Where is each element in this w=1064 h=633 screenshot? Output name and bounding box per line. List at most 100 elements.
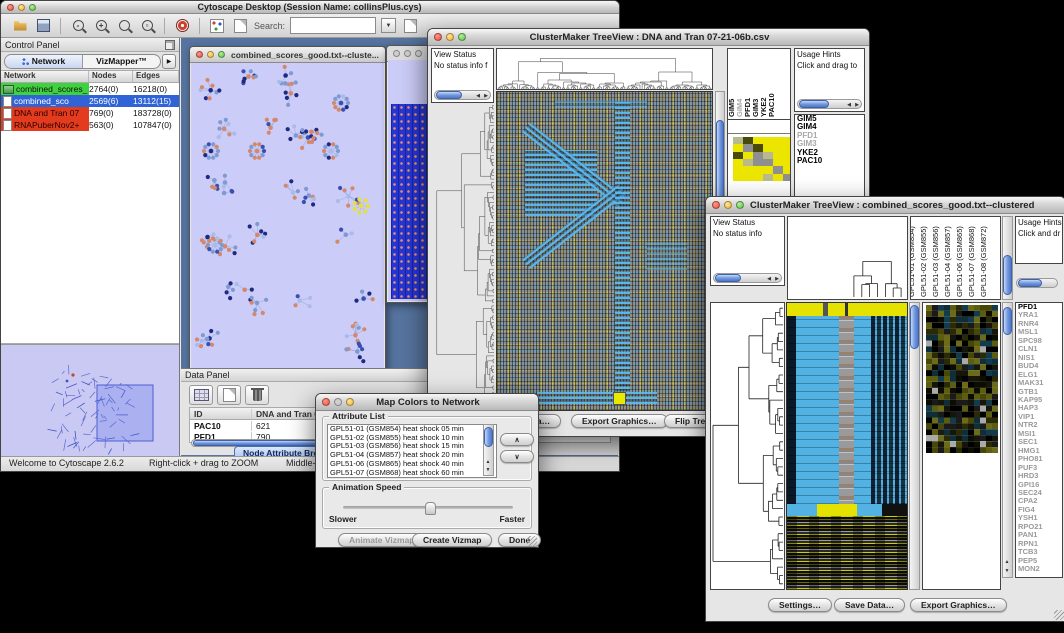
minimize-button[interactable] xyxy=(404,50,411,57)
matrix-cell xyxy=(763,159,773,166)
tv2-status-scrollbar[interactable]: ◀▶ xyxy=(713,273,782,283)
network-list-row[interactable]: RNAPuberNov2+563(0)107847(0) xyxy=(1,119,179,131)
tv2-global-heatmap[interactable] xyxy=(926,305,998,453)
attribute-list-item[interactable]: GPL51-07 (GSM868) heat shock 60 min xyxy=(328,469,496,478)
new-attribute-button[interactable] xyxy=(217,385,241,405)
zoom-button[interactable] xyxy=(346,398,354,406)
save-data-button[interactable]: Save Data… xyxy=(834,598,905,612)
close-button[interactable] xyxy=(393,50,400,57)
tv2-gene-scrollbar[interactable]: ▲ ▼ xyxy=(1002,302,1013,578)
minimize-button[interactable] xyxy=(207,51,214,58)
open-session-button[interactable] xyxy=(11,17,29,34)
minimize-button[interactable] xyxy=(18,4,25,11)
tv2-gene-list[interactable]: PFD1YRA1RNR4MSL1SPC98CLN1NIS1BUD4ELG1MAK… xyxy=(1016,303,1062,574)
dialog-titlebar[interactable]: Map Colors to Network xyxy=(316,394,538,411)
minimize-button[interactable] xyxy=(446,33,454,41)
close-button[interactable] xyxy=(434,33,442,41)
search-input[interactable] xyxy=(290,17,376,34)
import-table-button[interactable] xyxy=(401,17,419,34)
network-list: combined_scores_2764(0)16218(0)combined_… xyxy=(1,83,179,131)
tv2-column-label-panel: GPL51-01 (GSM854)GPL51-02 (GSM855)GPL51-… xyxy=(910,216,1001,300)
tv1-column-dendrogram[interactable] xyxy=(496,48,713,90)
minimize-button[interactable] xyxy=(334,398,342,406)
speed-slider-thumb[interactable] xyxy=(425,502,436,515)
zoom-button[interactable] xyxy=(218,51,225,58)
tv1-cluster-matrix[interactable] xyxy=(733,137,791,181)
tv2-column-label: GPL51-04 (GSM857) xyxy=(943,219,952,297)
tv2-column-label: GPL51-07 (GSM868) xyxy=(967,219,976,297)
network-list-row[interactable]: DNA and Tran 07769(0)183728(0) xyxy=(1,107,179,119)
treeview2-titlebar[interactable]: ClusterMaker TreeView : combined_scores_… xyxy=(706,197,1064,214)
network-list-row[interactable]: combined_sco2569(6)13112(15) xyxy=(1,95,179,107)
tv1-selected-cell xyxy=(613,392,626,405)
select-attributes-button[interactable] xyxy=(189,385,213,405)
attribute-list-scrollbar[interactable]: ▲ ▼ xyxy=(483,424,494,476)
zoom-button[interactable] xyxy=(29,4,36,11)
tab-overflow-button[interactable]: ▶ xyxy=(162,54,176,69)
tab-vizmapper[interactable]: VizMapper™ xyxy=(83,55,160,68)
gene-label[interactable]: MON2 xyxy=(1016,565,1062,573)
search-dropdown-button[interactable]: ▼ xyxy=(381,18,396,33)
float-panel-icon[interactable] xyxy=(165,40,175,50)
help-button[interactable] xyxy=(173,17,191,34)
zoom-button[interactable] xyxy=(458,33,466,41)
network-table-header: Network Nodes Edges xyxy=(1,70,179,83)
panel-tab-group: Network VizMapper™ xyxy=(4,54,161,69)
tv1-status-scrollbar[interactable]: ◀▶ xyxy=(434,90,491,100)
zoom-out-button[interactable]: - xyxy=(69,17,87,34)
annotation-button[interactable] xyxy=(231,17,249,34)
zoom-fit-icon xyxy=(119,20,130,31)
move-up-button[interactable]: ∧ xyxy=(500,433,534,446)
control-panel-title: Control Panel xyxy=(5,40,60,50)
network-overview-panel[interactable] xyxy=(1,344,179,457)
move-down-button[interactable]: ∨ xyxy=(500,450,534,463)
network-view-titlebar[interactable]: combined_scores_good.txt--cluste... xyxy=(190,47,385,63)
close-button[interactable] xyxy=(7,4,14,11)
network-list-row[interactable]: combined_scores_2764(0)16218(0) xyxy=(1,83,179,95)
minimize-button[interactable] xyxy=(724,201,732,209)
export-graphics-button[interactable]: Export Graphics… xyxy=(571,414,668,428)
status-pan-hint: Middle- xyxy=(286,458,316,468)
tv1-hints-scrollbar[interactable]: ◀▶ xyxy=(797,99,862,109)
tv2-label-scrollbar[interactable] xyxy=(1002,216,1013,300)
zoom-fit-button[interactable] xyxy=(115,17,133,34)
tv2-heat-vscrollbar[interactable] xyxy=(909,302,920,590)
tv2-row-dendrogram-panel[interactable] xyxy=(710,302,785,590)
toolbar-separator xyxy=(199,18,200,34)
tv2-gene-list-panel: PFD1YRA1RNR4MSL1SPC98CLN1NIS1BUD4ELG1MAK… xyxy=(1015,302,1063,578)
save-session-button[interactable] xyxy=(34,17,52,34)
tv1-row-labels[interactable]: GIM5GIM4PFD1GIM3YKE2PAC10 xyxy=(795,115,864,165)
zoom-selected-button[interactable]: ▫ xyxy=(138,17,156,34)
settings-button[interactable]: Settings… xyxy=(768,598,832,612)
zoom-button[interactable] xyxy=(415,50,422,57)
zoom-in-button[interactable]: + xyxy=(92,17,110,34)
zoom-selected-icon: ▫ xyxy=(142,20,153,31)
tv2-global-view-panel[interactable] xyxy=(922,302,1001,590)
export-graphics-button[interactable]: Export Graphics… xyxy=(910,598,1007,612)
tv2-heatmap[interactable] xyxy=(786,302,908,590)
overview-thumbnail[interactable] xyxy=(1,345,178,456)
network-graph[interactable] xyxy=(191,63,384,376)
network-canvas[interactable] xyxy=(191,63,384,376)
attribute-list[interactable]: GPL51-01 (GSM854) heat shock 05 minGPL51… xyxy=(327,424,497,478)
zoom-button[interactable] xyxy=(736,201,744,209)
tv2-column-dendrogram[interactable] xyxy=(787,216,908,300)
treeview2-title: ClusterMaker TreeView : combined_scores_… xyxy=(750,200,1064,211)
close-button[interactable] xyxy=(196,51,203,58)
status-zoom-hint: Right-click + drag to ZOOM xyxy=(149,458,258,468)
close-button[interactable] xyxy=(322,398,330,406)
resize-grip[interactable] xyxy=(527,536,537,546)
close-button[interactable] xyxy=(712,201,720,209)
speed-slider[interactable] xyxy=(343,506,513,509)
tv1-heatmap[interactable] xyxy=(496,91,713,411)
tv1-row-dendrogram[interactable] xyxy=(431,104,494,411)
visual-styles-button[interactable] xyxy=(208,17,226,34)
main-titlebar[interactable]: Cytoscape Desktop (Session Name: collins… xyxy=(1,1,619,14)
treeview1-titlebar[interactable]: ClusterMaker TreeView : DNA and Tran 07-… xyxy=(428,29,869,46)
delete-attribute-button[interactable] xyxy=(245,385,269,405)
create-vizmap-button[interactable]: Create Vizmap xyxy=(412,533,492,547)
tab-network[interactable]: Network xyxy=(5,55,83,68)
tv1-row-label[interactable]: PAC10 xyxy=(795,157,864,165)
tv2-hints-scrollbar[interactable] xyxy=(1016,278,1058,288)
resize-grip[interactable] xyxy=(1054,610,1064,620)
